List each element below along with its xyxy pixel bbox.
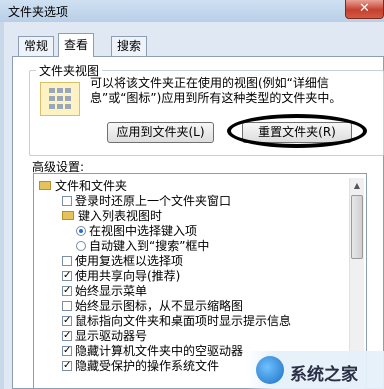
watermark: 系统之家	[246, 351, 384, 389]
list-item: 文件和文件夹	[39, 179, 127, 194]
list-item-label: 始终显示图标，从不显示缩略图	[75, 299, 244, 313]
list-item-label: 文件和文件夹	[55, 179, 128, 193]
list-item-label: 自动键入到“搜索”框中	[89, 239, 210, 253]
tab-view[interactable]: 查看	[58, 33, 95, 57]
list-item[interactable]: ✓ 使用共享向导(推荐)	[62, 269, 180, 284]
checkbox[interactable]	[62, 255, 72, 266]
tab-general[interactable]: 常规	[18, 36, 55, 56]
folder-views-description: 可以将该文件夹正在使用的视图(例如“详细信息”或“图标”)应用到所有这种类型的文…	[90, 76, 342, 105]
list-item[interactable]: ✓ 始终显示菜单	[62, 284, 147, 299]
scroll-thumb[interactable]	[351, 195, 363, 259]
checkbox[interactable]: ✓	[62, 285, 72, 296]
list-item[interactable]: ✓ 鼠标指向文件夹和桌面项时显示提示信息	[62, 314, 291, 329]
reset-folders-button[interactable]: 重置文件夹(R)	[242, 122, 352, 143]
list-item[interactable]: 自动键入到“搜索”框中	[76, 239, 209, 254]
list-item[interactable]: 始终显示图标，从不显示缩略图	[62, 299, 243, 314]
checkbox[interactable]: ✓	[62, 330, 72, 341]
list-item-label: 隐藏计算机文件夹中的空驱动器	[75, 344, 244, 358]
list-item[interactable]: ✓ 隐藏计算机文件夹中的空驱动器	[62, 344, 243, 359]
list-item-label: 在视图中选择键入项	[89, 224, 198, 238]
list-item-label: 使用复选框以选择项	[75, 254, 184, 268]
folder-icon	[39, 181, 51, 190]
tab-label: 搜索	[117, 39, 142, 53]
list-item[interactable]: 登录时还原上一个文件夹窗口	[62, 194, 231, 209]
list-item: 键入列表视图时	[62, 209, 162, 224]
watermark-text: 系统之家	[290, 365, 358, 385]
list-item-label: 始终显示菜单	[75, 284, 148, 298]
scroll-up-icon[interactable]: ▲	[350, 178, 364, 193]
list-item[interactable]: ✓ 隐藏受保护的操作系统文件	[62, 359, 219, 374]
list-item[interactable]: ✓ 显示驱动器号	[62, 329, 147, 344]
title-bar: 文件夹选项 ✕	[0, 0, 384, 22]
checkbox[interactable]	[62, 300, 72, 311]
tab-label: 查看	[64, 38, 89, 52]
checkbox[interactable]: ✓	[62, 345, 72, 356]
tab-label: 常规	[24, 39, 49, 53]
checkbox[interactable]: ✓	[62, 315, 72, 326]
apply-to-folders-button[interactable]: 应用到文件夹(L)	[107, 122, 214, 143]
radio-button[interactable]	[76, 225, 86, 236]
close-button[interactable]: ✕	[345, 0, 384, 19]
list-item-label: 使用共享向导(推荐)	[75, 269, 181, 283]
list-item-label: 隐藏受保护的操作系统文件	[75, 359, 220, 373]
folder-icon	[62, 211, 74, 220]
list-item-label: 显示驱动器号	[75, 329, 148, 343]
checkbox[interactable]	[62, 195, 72, 206]
close-icon: ✕	[359, 1, 370, 16]
window-title: 文件夹选项	[8, 5, 69, 19]
list-item[interactable]: 使用复选框以选择项	[62, 254, 183, 269]
folder-view-icon	[40, 82, 80, 116]
checkbox[interactable]: ✓	[62, 270, 72, 281]
list-item-label: 键入列表视图时	[78, 209, 163, 223]
radio-button[interactable]	[76, 240, 86, 251]
checkbox[interactable]: ✓	[62, 360, 72, 371]
tab-search[interactable]: 搜索	[111, 36, 148, 56]
watermark-logo	[256, 356, 284, 384]
list-item-label: 鼠标指向文件夹和桌面项时显示提示信息	[75, 314, 292, 328]
list-item[interactable]: 在视图中选择键入项	[76, 224, 197, 239]
list-item-label: 登录时还原上一个文件夹窗口	[75, 194, 232, 208]
